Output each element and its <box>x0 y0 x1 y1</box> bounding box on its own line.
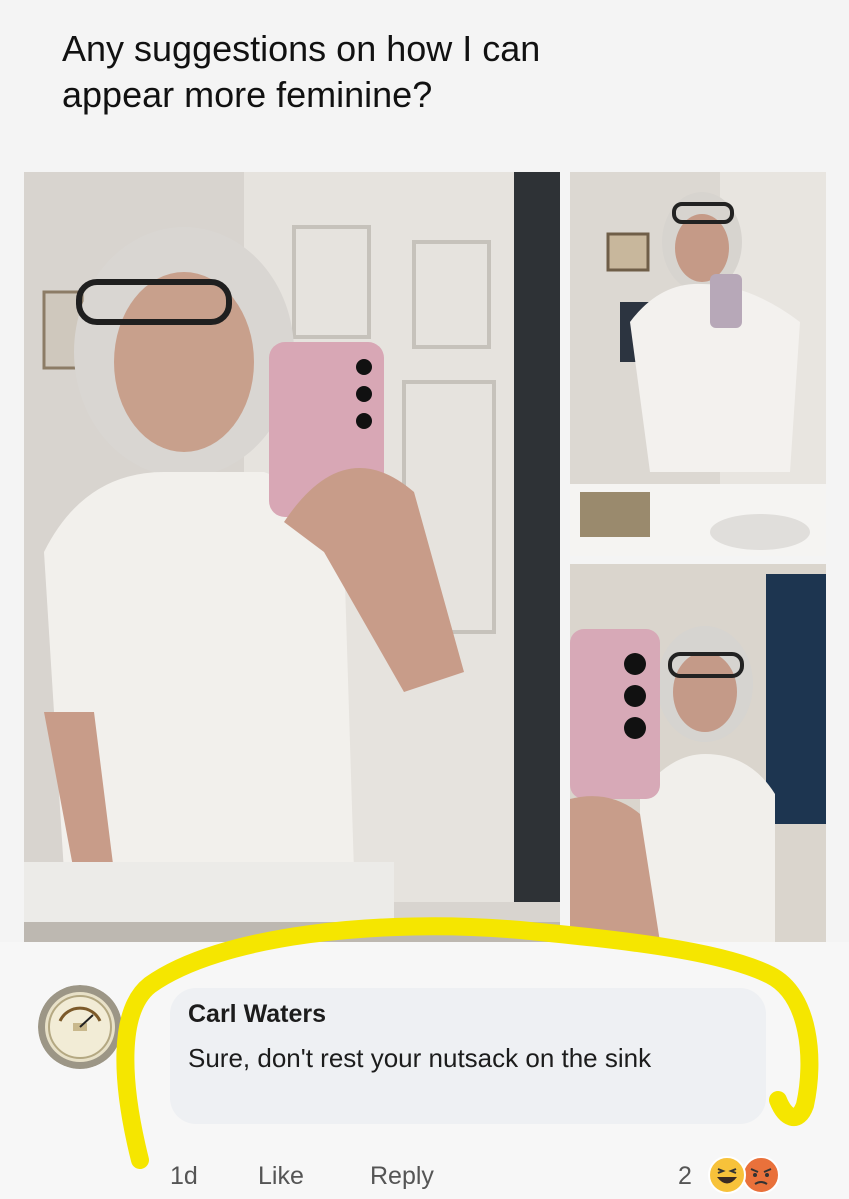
commenter-avatar[interactable] <box>38 985 122 1069</box>
main-mirror-selfie-photo[interactable] <box>24 172 560 942</box>
commenter-name[interactable]: Carl Waters <box>188 1000 326 1029</box>
angry-icon <box>742 1156 780 1194</box>
mirror-selfie-with-sink-photo[interactable] <box>570 172 826 556</box>
post-title: Any suggestions on how I can appear more… <box>62 28 541 115</box>
reaction-count[interactable]: 2 <box>678 1162 692 1191</box>
comment-text: Sure, don't rest your nutsack on the sin… <box>188 1043 652 1073</box>
reply-button[interactable]: Reply <box>370 1162 434 1191</box>
reaction-icons[interactable] <box>708 1156 790 1196</box>
haha-icon <box>708 1156 746 1194</box>
comment-timestamp: 1d <box>170 1162 198 1190</box>
close-up-mirror-selfie-photo[interactable] <box>570 564 826 942</box>
like-button[interactable]: Like <box>258 1162 304 1191</box>
